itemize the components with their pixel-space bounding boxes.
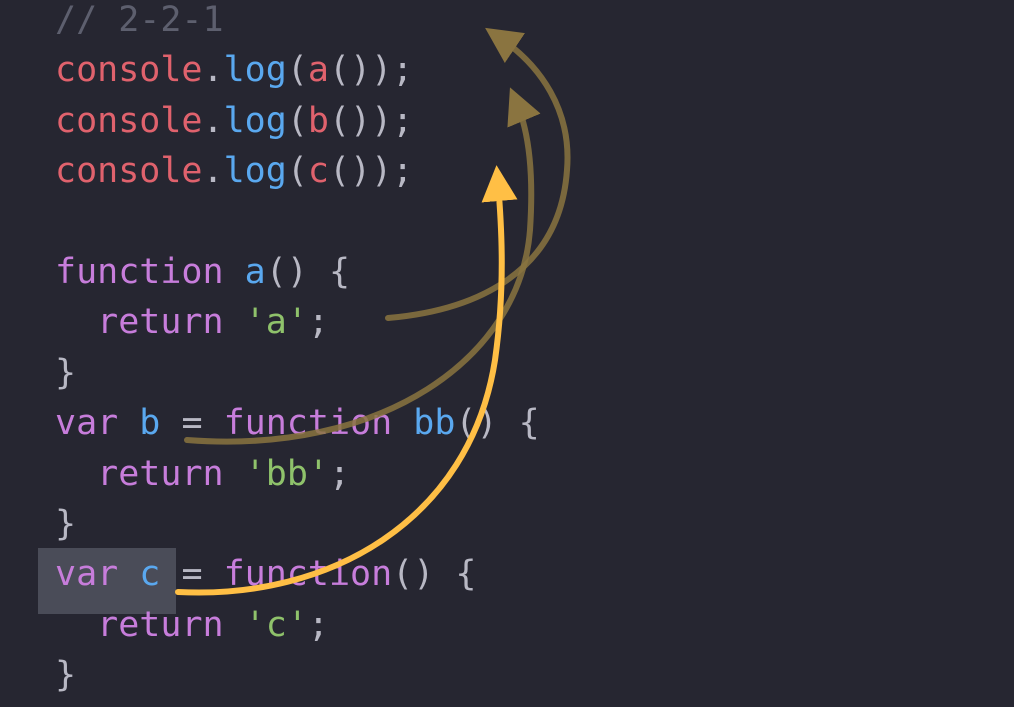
code-token-punc: () { [265, 251, 351, 292]
code-token-punc: ()); [328, 151, 414, 192]
code-token-punc: . [202, 151, 224, 192]
code-token-punc: } [55, 655, 77, 696]
code-line: } [55, 650, 540, 700]
code-token-object: console [55, 50, 203, 91]
code-token-punc [224, 605, 245, 645]
code-token-punc [118, 554, 139, 594]
code-token-kw: function [223, 403, 393, 444]
code-line: // 2-2-1 [55, 0, 540, 45]
code-token-punc: = [160, 554, 224, 595]
code-token-punc: () { [392, 554, 477, 595]
code-token-fn: a [244, 251, 266, 292]
code-token-object: console [55, 100, 203, 141]
code-token-comment: // 2-2-1 [55, 0, 224, 40]
code-token-punc [118, 403, 139, 443]
code-token-punc [55, 454, 97, 494]
code-token-kw: var [55, 403, 119, 444]
code-token-punc: } [55, 352, 77, 393]
code-token-punc: ; [328, 453, 351, 494]
code-line: console.log(c()); [55, 146, 540, 196]
code-token-kw: var [55, 554, 119, 595]
code-token-punc: . [202, 50, 224, 91]
code-token-punc: () { [455, 403, 540, 444]
code-token-kw: return [97, 302, 224, 343]
code-line: return 'bb'; [55, 449, 540, 499]
code-token-punc [224, 454, 245, 494]
code-token-punc [224, 252, 245, 292]
code-token-str: 'a' [244, 302, 308, 343]
code-token-kw: function [55, 251, 224, 292]
code-token-punc: ()); [328, 50, 414, 91]
code-token-method: log [223, 100, 287, 141]
code-line: return 'a'; [55, 297, 540, 347]
code-token-method: log [223, 50, 287, 91]
code-token-punc [224, 302, 245, 342]
code-token-punc: ; [307, 302, 329, 343]
code-token-method: log [223, 151, 287, 192]
code-token-punc [55, 302, 97, 342]
code-token-punc: = [160, 403, 224, 444]
code-line: console.log(a()); [55, 45, 540, 95]
code-token-punc: ; [307, 604, 329, 645]
code-line: } [55, 348, 540, 398]
code-token-punc: ()); [328, 100, 414, 141]
code-editor: // 2-2-1 console.log(a()); console.log(b()… [0, 0, 1014, 707]
code-token-punc [392, 403, 413, 443]
code-token-punc [55, 605, 97, 645]
code-token-object: a [307, 50, 329, 91]
code-token-object: b [307, 100, 329, 141]
code-token-kw: return [97, 604, 224, 645]
code-line: return 'c'; [55, 600, 540, 650]
code-token-punc: ( [286, 100, 308, 141]
code-line: var b = function bb() { [55, 398, 540, 448]
code-line: var c = function() { [55, 549, 540, 599]
code-token-punc: . [202, 100, 224, 141]
code-line: } [55, 499, 540, 549]
code-token-fn: bb [413, 403, 456, 444]
code-token-punc: } [55, 503, 77, 544]
code-token-punc: ( [286, 151, 308, 192]
code-line: function a() { [55, 247, 540, 297]
code-block[interactable]: // 2-2-1 console.log(a()); console.log(b()… [55, 0, 540, 700]
code-token-object: c [307, 151, 329, 192]
code-token-str: 'bb' [244, 453, 329, 494]
code-token-fn: c [139, 554, 161, 595]
code-token-str: 'c' [244, 604, 308, 645]
code-token-kw: function [223, 554, 393, 595]
code-token-kw: return [97, 453, 224, 494]
code-token-punc: ( [286, 50, 308, 91]
code-token-fn: b [139, 403, 161, 444]
code-line: console.log(b()); [55, 96, 540, 146]
code-token-object: console [55, 151, 203, 192]
